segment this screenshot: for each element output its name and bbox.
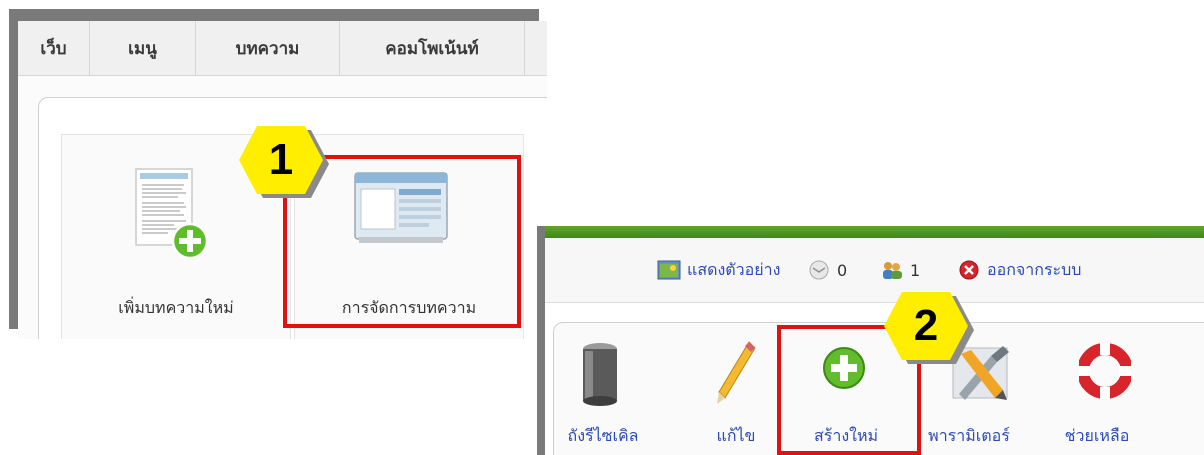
menu-item-content[interactable]: บทความ	[196, 21, 340, 75]
logout-label: ออกจากระบบ	[987, 259, 1082, 279]
help-button[interactable]: ช่วยเหลือ	[1039, 338, 1155, 455]
preview-label: แสดงตัวอย่าง	[687, 259, 781, 279]
edit-button[interactable]: แก้ไข	[691, 338, 781, 455]
step-badge-2: 2	[884, 292, 974, 364]
menu-item-menus[interactable]: เมนู	[90, 21, 196, 75]
logout-icon	[959, 260, 979, 280]
parameters-label: พารามิเตอร์	[928, 426, 1010, 445]
preview-link[interactable]: แสดงตัวอย่าง	[657, 258, 780, 282]
menu-item-components[interactable]: คอมโพเน้นท์	[340, 21, 525, 75]
admin-status-bar: แสดงตัวอย่าง 0 1 ออกจากระบบ	[545, 238, 1204, 303]
frame-shadow-left	[9, 9, 18, 329]
users-icon	[883, 262, 902, 279]
step-badge-1-number: 1	[269, 135, 293, 184]
messages-indicator[interactable]: 0	[807, 258, 847, 282]
trash-label: ถังรีไซเคิล	[567, 426, 639, 445]
step-badge-2-number: 2	[914, 301, 938, 350]
help-label: ช่วยเหลือ	[1064, 426, 1130, 445]
users-indicator[interactable]: 1	[880, 258, 920, 282]
trash-button[interactable]: ถังรีไซเคิล	[545, 338, 661, 455]
help-lifebuoy-icon	[1079, 343, 1131, 399]
main-menubar: เว็บ เมนู บทความ คอมโพเน้นท์	[18, 21, 547, 76]
new-article-icon	[135, 168, 209, 260]
users-count: 1	[910, 260, 921, 280]
frame-shadow-top	[9, 9, 539, 21]
step-badge-1: 1	[239, 126, 329, 198]
menu-item-site[interactable]: เว็บ	[18, 21, 90, 75]
frame-shadow-left-2	[537, 226, 545, 455]
messages-count: 0	[837, 260, 848, 280]
header-green-bar	[537, 226, 1204, 238]
messages-icon	[809, 260, 829, 280]
edit-label: แก้ไข	[716, 426, 756, 445]
edit-pencil-icon	[717, 341, 756, 404]
logout-link[interactable]: ออกจากระบบ	[957, 258, 1081, 282]
trash-icon	[583, 343, 617, 406]
preview-icon	[657, 260, 681, 280]
tile-label-add-new-article: เพิ่มบทความใหม่	[118, 298, 234, 317]
